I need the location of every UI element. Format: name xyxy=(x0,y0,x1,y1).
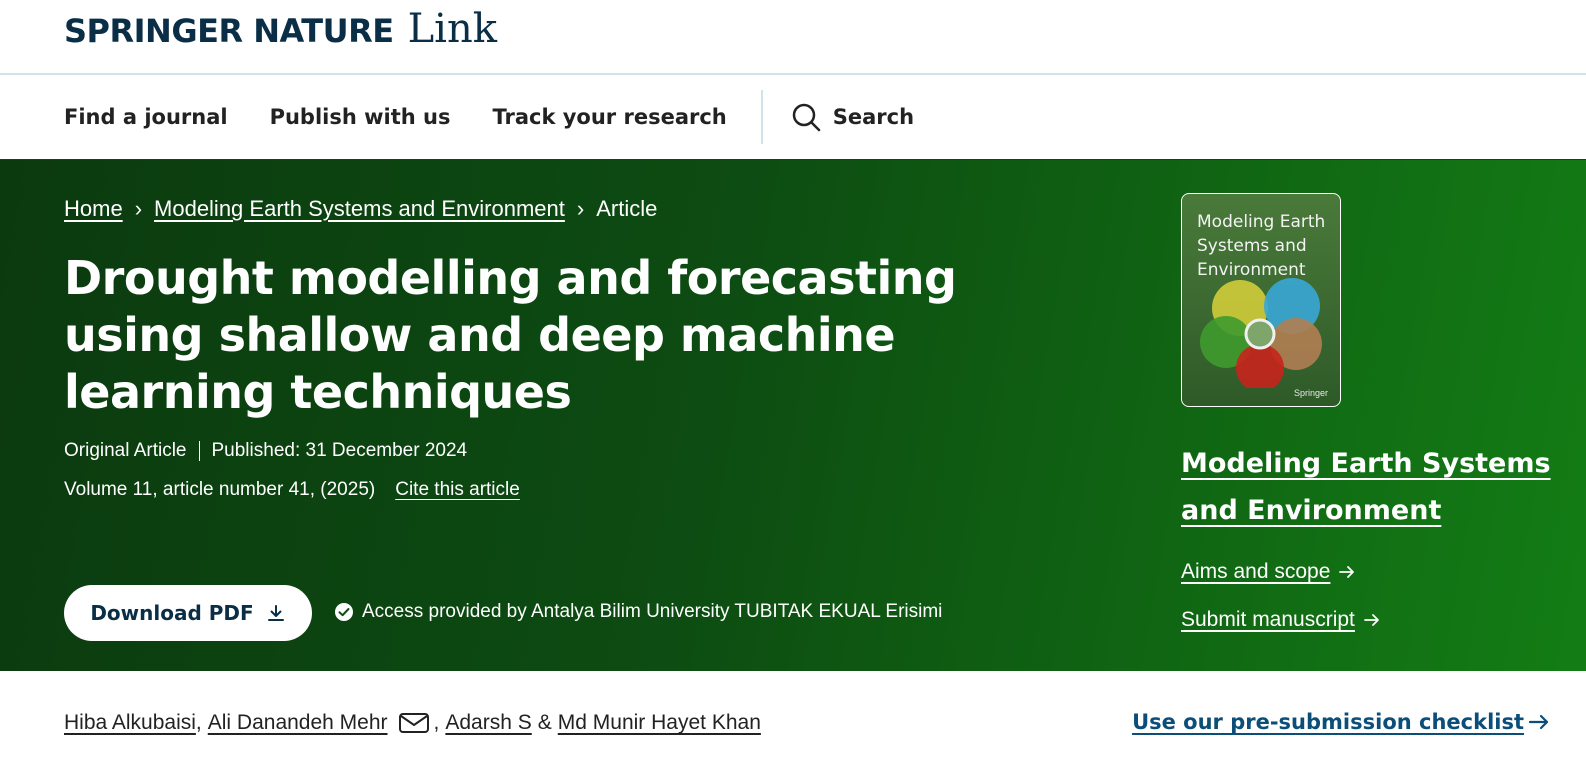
access-notice: Access provided by Antalya Bilim Univers… xyxy=(334,601,942,623)
article-type: Original Article xyxy=(64,440,187,461)
nav-publish-with-us[interactable]: Publish with us xyxy=(270,105,451,129)
breadcrumb-home[interactable]: Home xyxy=(64,196,123,222)
author-link[interactable]: Hiba Alkubaisi xyxy=(64,711,196,735)
cite-this-article-link[interactable]: Cite this article xyxy=(395,479,520,501)
article-title: Drought modelling and forecasting using … xyxy=(64,251,957,419)
main-nav: Find a journal Publish with us Track you… xyxy=(0,75,1586,160)
site-header: SPRINGER NATURE Link xyxy=(0,0,1586,75)
article-volume-row: Volume 11, article number 41, (2025) Cit… xyxy=(64,479,520,501)
author-list: Hiba Alkubaisi , Ali Danandeh Mehr , Ada… xyxy=(64,711,761,735)
aims-and-scope-label: Aims and scope xyxy=(1181,560,1331,583)
logo-brand-text: SPRINGER NATURE xyxy=(64,12,394,50)
search-icon xyxy=(792,103,820,132)
chevron-right-icon: › xyxy=(576,196,585,221)
nav-find-a-journal[interactable]: Find a journal xyxy=(64,105,228,129)
article-volume: Volume 11, article number 41, (2025) xyxy=(64,479,376,500)
aims-and-scope-link[interactable]: Aims and scope xyxy=(1181,560,1356,584)
pre-submission-checklist-link[interactable]: Use our pre-submission checklist xyxy=(1132,710,1550,734)
breadcrumb: Home › Modeling Earth Systems and Enviro… xyxy=(64,196,657,222)
breadcrumb-current: Article xyxy=(596,196,658,221)
meta-divider xyxy=(198,441,200,461)
cover-title: Modeling Earth Systems and Environment xyxy=(1197,212,1326,280)
arrow-right-icon xyxy=(1528,714,1549,730)
nav-divider xyxy=(760,90,763,144)
author-link[interactable]: Adarsh S xyxy=(445,711,531,735)
publish-date: Published: 31 December 2024 xyxy=(211,440,468,461)
article-meta: Original Article Published: 31 December … xyxy=(64,440,467,462)
arrow-right-icon xyxy=(1364,614,1379,626)
download-pdf-label: Download PDF xyxy=(90,601,254,625)
nav-track-your-research[interactable]: Track your research xyxy=(492,105,726,129)
article-hero: Home › Modeling Earth Systems and Enviro… xyxy=(0,160,1586,671)
search-button[interactable]: Search xyxy=(791,102,914,132)
submit-manuscript-label: Submit manuscript xyxy=(1181,608,1355,631)
breadcrumb-journal[interactable]: Modeling Earth Systems and Environment xyxy=(154,196,565,222)
download-icon xyxy=(267,605,284,621)
download-pdf-button[interactable]: Download PDF xyxy=(64,585,312,641)
submit-manuscript-link[interactable]: Submit manuscript xyxy=(1181,608,1381,632)
author-link[interactable]: Ali Danandeh Mehr xyxy=(208,711,388,735)
cover-publisher: Springer xyxy=(1293,388,1328,398)
author-separator: , xyxy=(195,711,202,734)
author-separator: & xyxy=(537,711,552,734)
author-separator: , xyxy=(433,711,440,734)
envelope-icon[interactable] xyxy=(398,711,430,735)
chevron-right-icon: › xyxy=(134,196,143,221)
arrow-right-icon xyxy=(1339,566,1355,578)
journal-title-link[interactable]: Modeling Earth Systems and Environment xyxy=(1181,440,1571,534)
author-link[interactable]: Md Munir Hayet Khan xyxy=(558,711,761,735)
search-label: Search xyxy=(832,105,915,129)
check-circle-icon xyxy=(335,603,353,621)
access-text: Access provided by Antalya Bilim Univers… xyxy=(362,601,943,622)
logo-link-text: Link xyxy=(407,6,497,52)
journal-cover-image[interactable]: Modeling Earth Systems and Environment S… xyxy=(1181,193,1341,407)
cover-artwork xyxy=(1200,278,1322,388)
checklist-label: Use our pre-submission checklist xyxy=(1132,710,1524,734)
springer-nature-link-logo[interactable]: SPRINGER NATURE Link xyxy=(64,6,497,52)
